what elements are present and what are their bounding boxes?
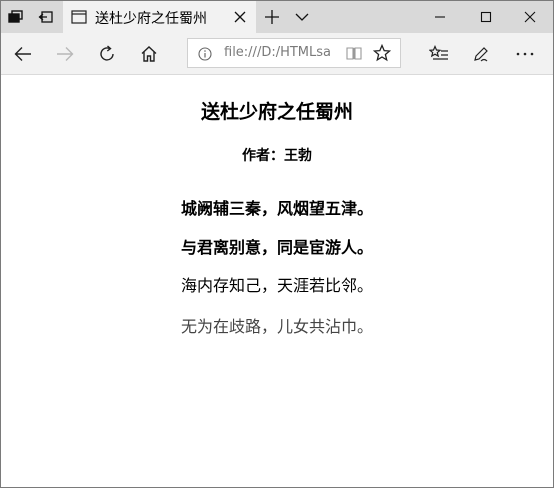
- favorite-star-icon[interactable]: [372, 43, 392, 62]
- poem-line-2: 与君离别意，同是宦游人。: [180, 238, 373, 257]
- browser-window: 送杜少府之任蜀州 file:///D:/HTMLsa 送杜少府之任蜀州 作者：王…: [0, 0, 554, 488]
- poem-title: 送杜少府之任蜀州: [200, 101, 353, 123]
- info-icon[interactable]: [198, 46, 212, 61]
- poem-author: 作者：王勃: [242, 148, 312, 164]
- new-tab-icon[interactable]: [257, 1, 287, 33]
- tab-title: 送杜少府之任蜀州: [95, 11, 207, 27]
- page-content: 送杜少府之任蜀州 作者：王勃 城阙辅三秦，风烟望五津。 与君离别意，同是宦游人。…: [1, 75, 553, 487]
- minimize-icon[interactable]: [417, 1, 463, 33]
- address-text[interactable]: file:///D:/HTMLsamp: [224, 45, 332, 60]
- page-icon: [71, 9, 87, 25]
- active-tab[interactable]: 送杜少府之任蜀州: [63, 1, 256, 33]
- address-bar[interactable]: file:///D:/HTMLsamp: [187, 38, 401, 68]
- poem-line-1: 城阙辅三秦，风烟望五津。: [180, 199, 373, 218]
- more-icon[interactable]: [505, 33, 545, 74]
- reading-view-icon[interactable]: [346, 45, 362, 61]
- navigation-toolbar: file:///D:/HTMLsamp: [1, 33, 553, 75]
- close-icon[interactable]: [230, 7, 250, 27]
- close-window-icon[interactable]: [507, 1, 553, 33]
- forward-icon[interactable]: [45, 33, 85, 74]
- back-icon[interactable]: [3, 33, 43, 74]
- tab-actions-icon[interactable]: [1, 1, 31, 33]
- poem-line-4: 无为在歧路，儿女共沾巾。: [180, 317, 373, 336]
- pen-notes-icon[interactable]: [461, 33, 501, 74]
- maximize-icon[interactable]: [463, 1, 509, 33]
- tab-preview-chevron-icon[interactable]: [287, 1, 317, 33]
- home-icon[interactable]: [129, 33, 169, 74]
- favorites-hub-icon[interactable]: [419, 33, 459, 74]
- set-aside-tabs-icon[interactable]: [31, 1, 61, 33]
- tab-strip: 送杜少府之任蜀州: [1, 1, 553, 33]
- refresh-icon[interactable]: [87, 33, 127, 74]
- poem-line-3: 海内存知己，天涯若比邻。: [180, 276, 373, 295]
